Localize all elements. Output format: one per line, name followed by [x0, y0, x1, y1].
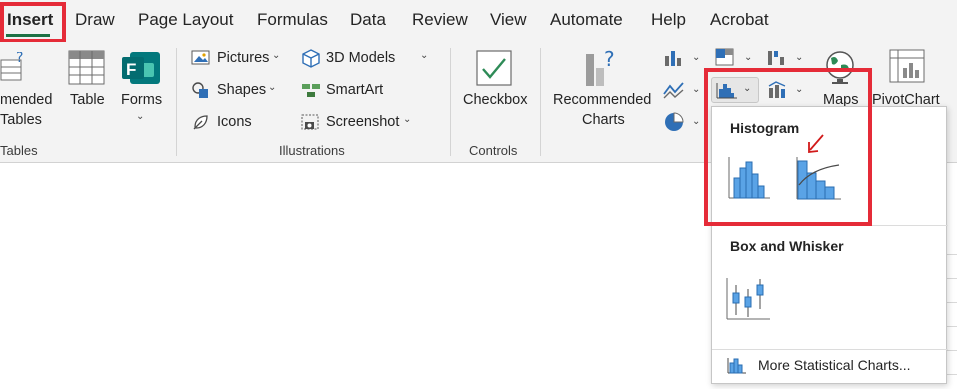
tab-data[interactable]: Data: [350, 10, 386, 30]
gridline: [946, 278, 957, 279]
3d-models-icon: [302, 49, 320, 68]
tab-review[interactable]: Review: [412, 10, 468, 30]
gridline: [946, 302, 957, 303]
svg-text:?: ?: [16, 52, 23, 66]
recommended-charts-label-2[interactable]: Charts: [582, 110, 625, 130]
checkbox-button[interactable]: Checkbox: [463, 90, 527, 110]
3d-models-chevron-down-icon[interactable]: ⌄: [420, 50, 428, 61]
pictures-button[interactable]: Pictures: [217, 48, 269, 68]
recommended-charts-icon: ?: [586, 47, 615, 86]
shapes-chevron-down-icon[interactable]: ⌄: [268, 82, 276, 93]
forms-button[interactable]: Forms: [121, 90, 162, 110]
pictures-chevron-down-icon[interactable]: ⌄: [272, 50, 280, 61]
gridline: [946, 254, 957, 255]
illustrations-group-label: Illustrations: [279, 143, 345, 158]
screenshot-icon: [301, 114, 319, 130]
smartart-button[interactable]: SmartArt: [326, 80, 383, 100]
group-separator: [540, 48, 541, 156]
group-separator: [450, 48, 451, 156]
insert-tab-highlight: [0, 2, 66, 43]
hierarchy-chart-icon[interactable]: [714, 47, 736, 67]
svg-text:F: F: [126, 60, 136, 79]
column-chart-chevron-down-icon[interactable]: ⌄: [692, 52, 700, 63]
tab-view[interactable]: View: [490, 10, 527, 30]
ribbon-tab-bar: Insert Draw Page Layout Formulas Data Re…: [0, 0, 957, 42]
screenshot-button[interactable]: Screenshot: [326, 112, 399, 132]
tab-automate[interactable]: Automate: [550, 10, 623, 30]
icons-button[interactable]: Icons: [217, 112, 252, 132]
menu-separator: [712, 349, 948, 350]
checkbox-icon: [476, 50, 512, 86]
line-chart-chevron-down-icon[interactable]: ⌄: [692, 84, 700, 95]
line-chart-icon[interactable]: [663, 80, 685, 100]
gridline: [946, 350, 957, 351]
controls-group-label: Controls: [469, 143, 518, 158]
svg-text:?: ?: [604, 47, 615, 71]
pie-chart-icon[interactable]: [663, 111, 685, 133]
tab-page-layout[interactable]: Page Layout: [138, 10, 233, 30]
tab-formulas[interactable]: Formulas: [257, 10, 328, 30]
hierarchy-chart-chevron-down-icon[interactable]: ⌄: [744, 52, 752, 63]
tab-help[interactable]: Help: [651, 10, 686, 30]
recommended-tables-label-1[interactable]: mended: [0, 90, 52, 110]
tab-acrobat[interactable]: Acrobat: [710, 10, 769, 30]
more-statistical-charts-icon: [727, 358, 746, 374]
forms-chevron-down-icon[interactable]: ⌄: [136, 111, 144, 122]
gridline: [946, 374, 957, 375]
recommended-charts-label-1[interactable]: Recommended: [553, 90, 651, 110]
column-chart-icon[interactable]: [663, 48, 685, 68]
shapes-button[interactable]: Shapes: [217, 80, 266, 100]
icons-icon: [193, 115, 208, 130]
3d-models-button[interactable]: 3D Models: [326, 48, 395, 68]
recommended-tables-icon: ?: [0, 52, 23, 81]
pie-chart-chevron-down-icon[interactable]: ⌄: [692, 116, 700, 127]
forms-icon: F: [122, 52, 160, 84]
screenshot-chevron-down-icon[interactable]: ⌄: [403, 114, 411, 125]
group-separator: [176, 48, 177, 156]
pictures-icon: [191, 50, 210, 65]
more-statistical-charts-link[interactable]: More Statistical Charts...: [758, 357, 911, 373]
smartart-icon: [302, 84, 320, 97]
box-and-whisker-option[interactable]: [726, 275, 772, 323]
shapes-icon: [192, 82, 208, 98]
table-button[interactable]: Table: [70, 90, 105, 110]
histogram-highlight-box: [704, 68, 872, 226]
table-icon: [68, 50, 105, 85]
box-whisker-section-header: Box and Whisker: [730, 238, 844, 254]
waterfall-chart-chevron-down-icon[interactable]: ⌄: [795, 52, 803, 63]
pivotchart-icon: [889, 49, 925, 83]
gridline: [946, 326, 957, 327]
recommended-tables-label-2[interactable]: Tables: [0, 110, 42, 130]
tables-group-label: Tables: [0, 143, 38, 158]
waterfall-chart-icon[interactable]: [766, 47, 788, 67]
tab-draw[interactable]: Draw: [75, 10, 115, 30]
